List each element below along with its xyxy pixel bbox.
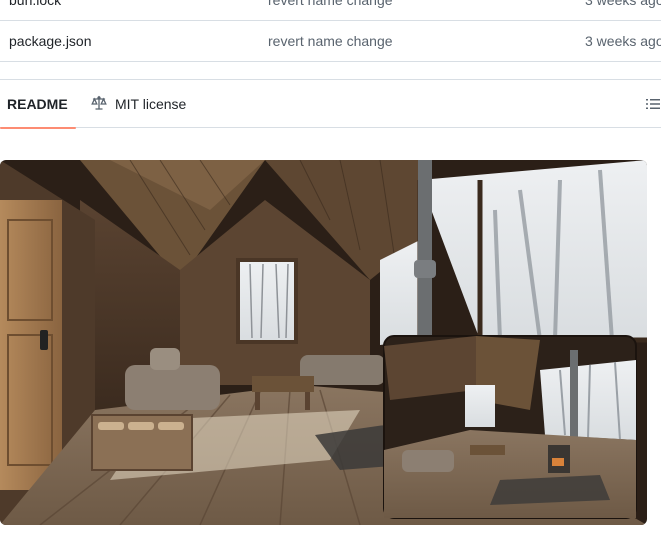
commit-date: 3 weeks ago bbox=[585, 0, 661, 8]
tab-license[interactable]: MIT license bbox=[91, 80, 186, 128]
commit-message[interactable]: revert name change bbox=[268, 33, 393, 49]
active-tab-underline bbox=[0, 127, 76, 129]
commit-date: 3 weeks ago bbox=[585, 33, 661, 49]
readme-tab-bar: README MIT license bbox=[0, 79, 661, 129]
commit-message[interactable]: revert name change bbox=[268, 0, 393, 8]
list-unordered-icon bbox=[645, 99, 661, 116]
tab-readme[interactable]: README bbox=[0, 80, 76, 129]
cabin-illustration bbox=[0, 160, 647, 525]
table-of-contents-button[interactable] bbox=[645, 96, 661, 112]
file-name[interactable]: bun.lock bbox=[9, 0, 61, 8]
tab-license-label: MIT license bbox=[115, 96, 187, 112]
tab-readme-label: README bbox=[7, 96, 68, 112]
readme-hero-image bbox=[0, 160, 647, 525]
file-row[interactable]: package.json revert name change 3 weeks … bbox=[0, 21, 661, 62]
file-row[interactable]: bun.lock revert name change 3 weeks ago bbox=[0, 0, 661, 21]
law-icon bbox=[91, 95, 107, 114]
file-name[interactable]: package.json bbox=[9, 33, 92, 49]
